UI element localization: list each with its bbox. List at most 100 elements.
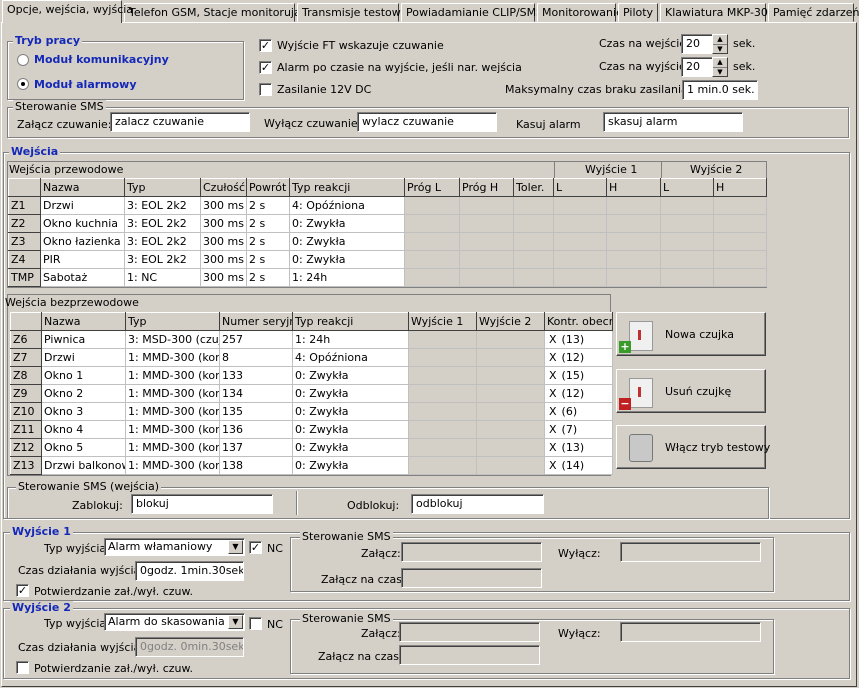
wired-inputs-table[interactable]: Nazwa Typ Czułość Powrót Typ reakcji Pró… — [8, 178, 767, 287]
chevron-down-icon[interactable]: ▼ — [228, 615, 243, 629]
radio-communication-module[interactable] — [17, 54, 29, 66]
tab-clip-sms-notification[interactable]: Powiadamianie CLIP/SMS — [401, 3, 543, 22]
table-cell[interactable] — [408, 384, 477, 403]
table-cell[interactable]: 2 s — [246, 268, 290, 287]
table-cell[interactable] — [408, 420, 477, 439]
table-cell[interactable] — [513, 232, 554, 251]
table-cell[interactable] — [408, 456, 477, 475]
alarm-after-exit-checkbox[interactable]: ✓ — [259, 61, 272, 74]
table-cell[interactable]: 3: EOL 2k2 — [124, 196, 201, 215]
tab-options-inputs-outputs[interactable]: Opcje, wejścia, wyjścia — [2, 0, 133, 23]
ac-loss-input[interactable]: 1 min.0 sek. — [682, 80, 758, 100]
table-cell[interactable]: 1: MMD-300 (konta — [125, 366, 220, 385]
table-cell[interactable]: Drzwi — [41, 348, 126, 367]
output2-confirm-checkbox[interactable] — [16, 661, 29, 674]
table-cell[interactable] — [553, 214, 607, 233]
table-cell[interactable]: 137 — [219, 438, 293, 457]
table-cell[interactable]: 300 ms — [200, 250, 247, 269]
output2-nc-checkbox[interactable] — [249, 617, 262, 630]
table-cell[interactable] — [606, 250, 661, 269]
output1-time-input[interactable]: 0godz. 1min.30sek. — [135, 561, 244, 581]
output2-type-select[interactable]: Alarm do skasowania ▼ — [104, 613, 245, 631]
output1-ontime-input[interactable] — [401, 568, 542, 588]
table-cell[interactable] — [713, 268, 767, 287]
column-header[interactable]: Toler. — [513, 178, 554, 197]
presence-control-cell[interactable]: X (13) — [544, 438, 613, 457]
presence-control-cell[interactable]: X (6) — [544, 402, 613, 421]
presence-control-cell[interactable]: X (14) — [544, 456, 613, 475]
output2-off-input[interactable] — [620, 622, 761, 642]
table-cell[interactable] — [660, 250, 714, 269]
output2-time-input[interactable]: 0godz. 0min.30sek. — [135, 637, 244, 657]
table-cell[interactable] — [476, 330, 545, 349]
table-cell[interactable] — [476, 420, 545, 439]
table-cell[interactable]: 0: Zwykła — [292, 438, 409, 457]
column-header[interactable]: Nazwa — [40, 178, 125, 197]
table-cell[interactable]: 134 — [219, 384, 293, 403]
sms-arm-input[interactable]: zalacz czuwanie — [110, 112, 250, 132]
presence-control-cell[interactable]: X (12) — [544, 384, 613, 403]
table-cell[interactable]: 1: 24h — [289, 268, 405, 287]
presence-control-cell[interactable]: X (7) — [544, 420, 613, 439]
table-cell[interactable]: 0: Zwykła — [292, 456, 409, 475]
table-cell[interactable] — [476, 366, 545, 385]
table-cell[interactable]: 1: MMD-300 (konta — [125, 402, 220, 421]
power-12v-checkbox[interactable] — [259, 83, 272, 96]
table-cell[interactable]: Okno łazienka — [40, 232, 125, 251]
table-cell[interactable] — [553, 232, 607, 251]
table-cell[interactable]: 138 — [219, 456, 293, 475]
table-cell[interactable] — [606, 196, 661, 215]
table-cell[interactable] — [713, 196, 767, 215]
exit-time-spinner[interactable]: ▲ ▼ — [712, 57, 728, 77]
table-row[interactable]: Z3 Okno łazienka 3: EOL 2k2 300 ms 2 s 0: Zwy… — [8, 232, 767, 251]
column-header[interactable]: Czułość — [200, 178, 247, 197]
table-cell[interactable]: 0: Zwykła — [292, 384, 409, 403]
output1-off-input[interactable] — [620, 542, 761, 562]
table-cell[interactable]: Sabotaż — [40, 268, 125, 287]
table-cell[interactable]: 300 ms — [200, 232, 247, 251]
table-cell[interactable] — [660, 232, 714, 251]
sms-disarm-input[interactable]: wylacz czuwanie — [357, 112, 497, 132]
table-cell[interactable]: 0: Zwykła — [292, 402, 409, 421]
table-cell[interactable]: 135 — [219, 402, 293, 421]
table-cell[interactable]: Okno 2 — [41, 384, 126, 403]
table-cell[interactable] — [513, 214, 554, 233]
table-row[interactable]: Z7Drzwi1: MMD-300 (konta84: Opóźniona X (1… — [10, 348, 613, 367]
presence-control-cell[interactable]: X (12) — [544, 348, 613, 367]
table-cell[interactable]: Okno 4 — [41, 420, 126, 439]
column-header[interactable]: H — [713, 178, 767, 197]
column-header[interactable]: Typ — [124, 178, 201, 197]
table-cell[interactable] — [713, 250, 767, 269]
tab-event-log[interactable]: Pamięć zdarzeń — [768, 3, 859, 22]
table-cell[interactable] — [513, 268, 554, 287]
table-cell[interactable] — [713, 214, 767, 233]
table-cell[interactable]: 2 s — [246, 214, 290, 233]
table-cell[interactable]: 133 — [219, 366, 293, 385]
output1-type-select[interactable]: Alarm włamaniowy ▼ — [104, 538, 245, 556]
table-cell[interactable]: Okno kuchnia — [40, 214, 125, 233]
column-header[interactable]: L — [553, 178, 607, 197]
column-header[interactable]: Wyjście 2 — [476, 312, 545, 331]
output2-ontime-input[interactable] — [399, 645, 540, 665]
table-cell[interactable]: 8 — [219, 348, 293, 367]
table-cell[interactable]: Piwnica — [41, 330, 126, 349]
column-header[interactable]: Typ reakcji — [292, 312, 409, 331]
table-cell[interactable]: 1: NC — [124, 268, 201, 287]
table-cell[interactable]: Okno 1 — [41, 366, 126, 385]
column-header[interactable]: Wyjście 1 — [408, 312, 477, 331]
table-cell[interactable] — [476, 438, 545, 457]
wireless-inputs-table[interactable]: Nazwa Typ Numer seryjny Typ reakcji Wyjś… — [10, 312, 613, 475]
column-header[interactable]: Kontr. obecn. — [544, 312, 613, 331]
column-header[interactable]: Próg H — [459, 178, 514, 197]
table-cell[interactable]: 1: 24h — [292, 330, 409, 349]
table-row[interactable]: Z11Okno 41: MMD-300 (konta1360: Zwykła X (… — [10, 420, 613, 439]
tab-remotes[interactable]: Piloty — [618, 3, 658, 22]
table-cell[interactable]: 257 — [219, 330, 293, 349]
table-cell[interactable] — [476, 456, 545, 475]
table-cell[interactable] — [404, 250, 460, 269]
output1-nc-checkbox[interactable]: ✓ — [249, 541, 262, 554]
column-header[interactable]: Powrót — [246, 178, 290, 197]
table-cell[interactable] — [408, 438, 477, 457]
table-cell[interactable]: 4: Opóźniona — [292, 348, 409, 367]
ft-checkbox[interactable]: ✓ — [259, 39, 272, 52]
